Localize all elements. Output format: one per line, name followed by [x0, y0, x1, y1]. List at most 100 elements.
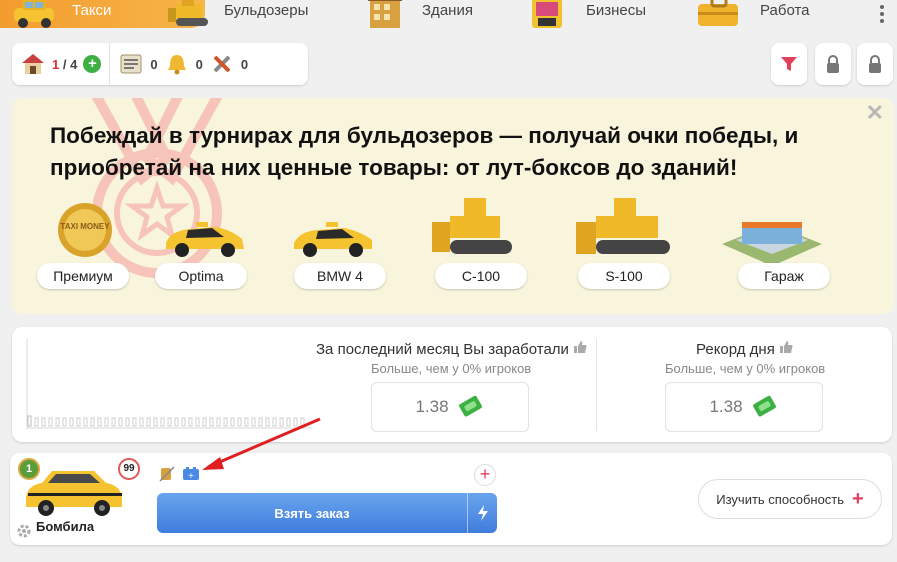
thumb-up-icon[interactable] — [779, 340, 793, 354]
gear-icon[interactable] — [16, 523, 32, 539]
optima-car-icon — [166, 222, 244, 257]
car-name: Бомбила — [36, 519, 95, 534]
history-bar — [90, 417, 95, 427]
tab-businesses-label: Бизнесы — [586, 2, 647, 19]
filter-icon — [781, 57, 797, 71]
garage-house-icon — [22, 54, 44, 74]
garage-count: 1 / 4 — [52, 56, 78, 72]
s100-bulldozer-icon — [576, 198, 670, 254]
thumb-up-icon[interactable] — [573, 340, 587, 354]
tab-buildings[interactable]: Здания — [340, 0, 520, 28]
car-panel: 1 99 Бомбила + + Взять заказ Изучить спо… — [10, 417, 892, 545]
more-dot-icon — [880, 19, 884, 23]
history-bar — [181, 417, 186, 427]
history-bar — [132, 417, 137, 427]
history-bar — [34, 417, 39, 427]
prize-c100[interactable]: C-100 — [435, 263, 527, 289]
resource-stats-bar: 1 / 4 + 0 0 0 — [12, 43, 308, 85]
tab-work-label: Работа — [760, 2, 810, 19]
tools-count: 0 — [240, 56, 249, 72]
plus-icon: + — [852, 487, 864, 510]
day-record-subtitle: Больше, чем у 0% игроков — [665, 361, 826, 376]
take-order-button[interactable]: Взять заказ — [157, 493, 497, 533]
prize-bmw4[interactable]: BMW 4 — [294, 263, 386, 289]
history-bar — [111, 417, 116, 427]
document-icon — [120, 54, 142, 74]
study-ability-button[interactable]: Изучить способность + — [698, 479, 882, 519]
bell-icon — [167, 55, 186, 75]
boost-button[interactable] — [467, 493, 497, 533]
misc-stats: 0 0 0 — [109, 43, 262, 85]
money-bill-icon — [752, 395, 776, 417]
work-icon — [698, 0, 738, 26]
lock-icon — [827, 55, 839, 73]
pointer-arrow-icon — [202, 417, 321, 470]
month-earnings-value-box: 1.38 — [371, 382, 529, 432]
prize-s100[interactable]: S-100 — [578, 263, 670, 289]
day-record-value-box: 1.38 — [665, 382, 823, 432]
garage-stat: 1 / 4 + — [12, 43, 109, 85]
prize-premium[interactable]: Премиум — [37, 263, 129, 289]
banner-title: Побеждай в турнирах для бульдозеров — по… — [50, 123, 799, 180]
history-bar — [125, 417, 130, 427]
lock-button-1[interactable] — [815, 43, 851, 85]
history-bar — [97, 417, 102, 427]
day-record-title: Рекорд дня — [696, 340, 793, 358]
car-level-badge: 1 — [18, 458, 40, 480]
svg-text:+: + — [188, 471, 195, 480]
add-garage-button[interactable]: + — [83, 55, 102, 73]
more-dot-icon — [880, 12, 884, 16]
history-bar — [69, 417, 74, 427]
top-tab-bar: Такси Бульдозеры Здания Бизнесы Работа — [0, 0, 897, 30]
building-icon — [368, 0, 402, 28]
history-bar — [139, 417, 144, 427]
history-bar — [188, 417, 193, 427]
taxi-icon — [14, 0, 54, 28]
earnings-panel: За последний месяц Вы заработали Больше,… — [12, 327, 892, 442]
business-icon — [532, 0, 562, 28]
more-dot-icon — [880, 5, 884, 9]
month-earnings-subtitle: Больше, чем у 0% игроков — [371, 361, 532, 376]
lock-icon — [869, 55, 881, 73]
prize-optima[interactable]: Optima — [155, 263, 247, 289]
month-earnings-title: За последний месяц Вы заработали — [316, 340, 587, 358]
bulldozer-icon — [168, 0, 208, 26]
fuel-icon[interactable] — [159, 466, 175, 482]
history-bar — [160, 417, 165, 427]
earnings-divider — [596, 339, 597, 431]
history-bar — [146, 417, 151, 427]
lock-button-2[interactable] — [857, 43, 893, 85]
history-bar — [55, 417, 60, 427]
tab-taxi-label: Такси — [72, 2, 112, 19]
take-order-label: Взять заказ — [274, 505, 350, 521]
money-bill-icon — [458, 395, 482, 417]
svg-text:TAXI MONEY: TAXI MONEY — [60, 222, 110, 231]
lightning-icon — [477, 505, 488, 521]
add-upgrade-button[interactable]: + — [474, 464, 496, 486]
banner-close-icon[interactable]: ✕ — [866, 100, 884, 126]
history-bar — [83, 417, 88, 427]
history-bar — [62, 417, 67, 427]
history-bar — [118, 417, 123, 427]
history-bar — [153, 417, 158, 427]
tab-businesses[interactable]: Бизнесы — [512, 0, 687, 28]
prize-garage[interactable]: Гараж — [738, 263, 830, 289]
tab-bulldozers-label: Бульдозеры — [224, 2, 309, 19]
bmw4-car-icon — [294, 222, 372, 257]
c100-bulldozer-icon — [432, 198, 512, 254]
tab-work[interactable]: Работа — [680, 0, 860, 28]
car-condition-badge: 99 — [118, 458, 140, 480]
tab-buildings-label: Здания — [422, 2, 473, 19]
filter-button[interactable] — [771, 43, 807, 85]
tournament-banner: ✕ Побеждай в турнирах для бульдозеров — … — [12, 98, 894, 314]
history-bar — [104, 417, 109, 427]
history-bar — [167, 417, 172, 427]
history-bar — [27, 415, 32, 427]
history-bar — [48, 417, 53, 427]
tab-bulldozers[interactable]: Бульдозеры — [150, 0, 345, 28]
documents-count: 0 — [150, 56, 158, 72]
day-record-value: 1.38 — [709, 397, 743, 416]
month-earnings-value: 1.38 — [415, 397, 449, 416]
history-bar — [174, 417, 179, 427]
more-menu-button[interactable] — [873, 0, 891, 28]
